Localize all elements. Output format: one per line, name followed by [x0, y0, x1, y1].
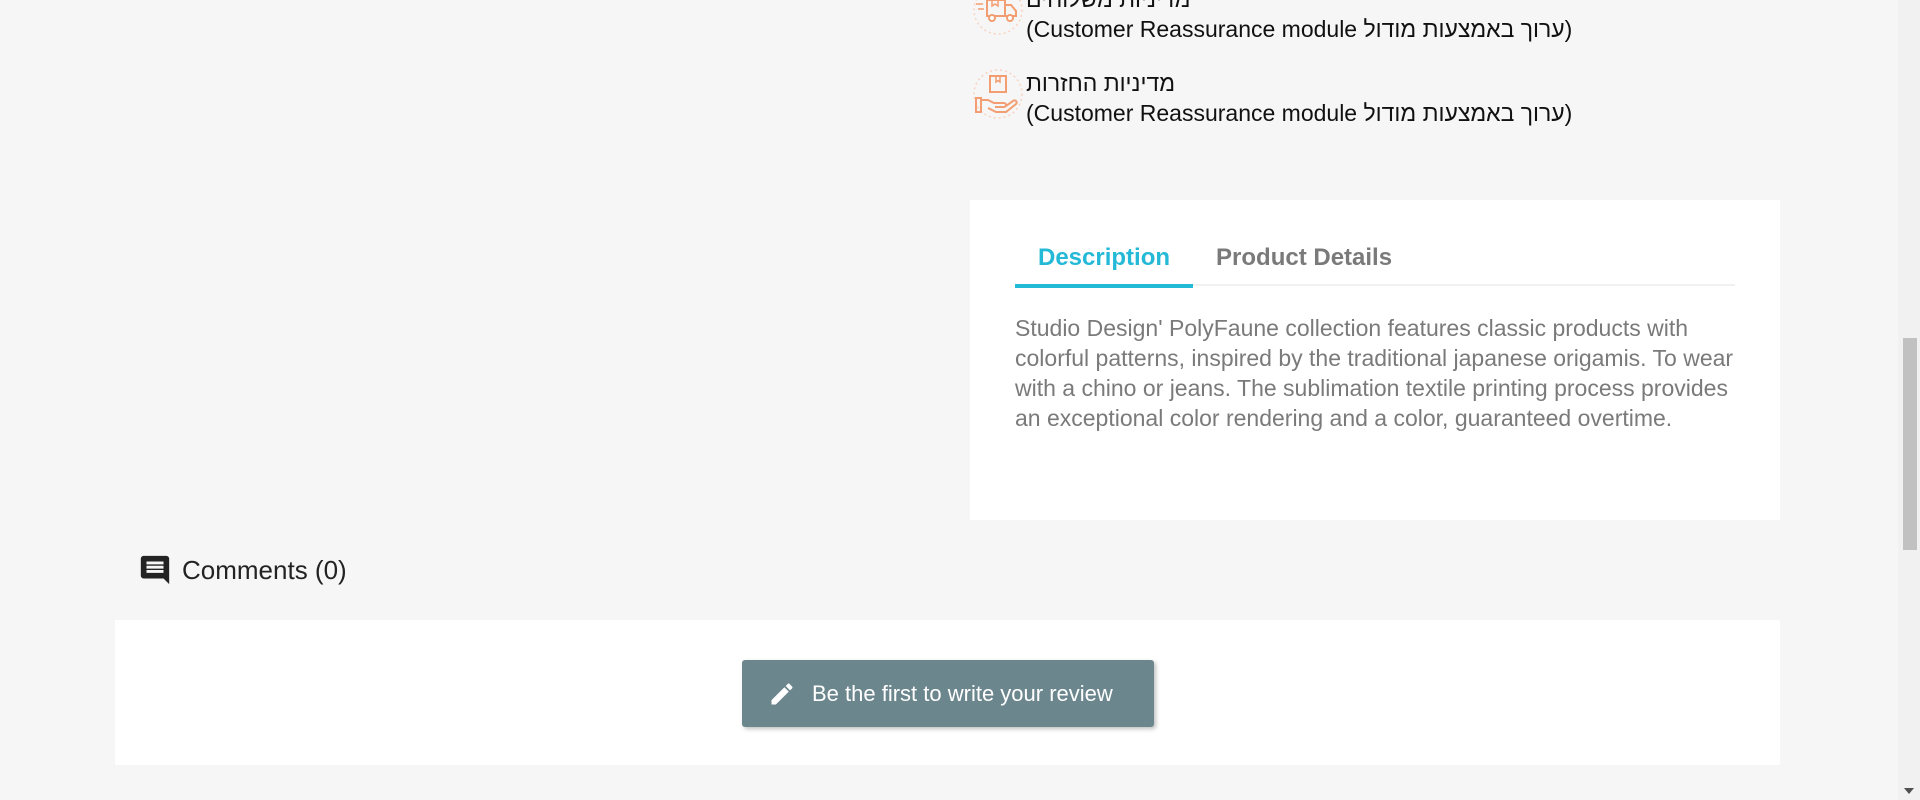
review-card: Be the first to write your review	[115, 620, 1780, 765]
reassurance-title: מדיניות החזרות	[1026, 70, 1176, 96]
reassurance-text: מדיניות משלוחים (ערוך באמצעות מודול Cust…	[1026, 0, 1572, 44]
reassurance-item-shipping: מדיניות משלוחים (ערוך באמצעות מודול Cust…	[970, 0, 1572, 44]
product-description-text: Studio Design' PolyFaune collection feat…	[1015, 315, 1734, 431]
tabs-nav: Description Product Details	[1015, 234, 1735, 288]
reassurance-text: מדיניות החזרות (ערוך באמצעות מודול Custo…	[1026, 66, 1572, 128]
tab-description[interactable]: Description	[1015, 234, 1194, 288]
reassurance-item-returns: מדיניות החזרות (ערוך באמצעות מודול Custo…	[970, 66, 1572, 128]
write-review-label: Be the first to write your review	[812, 680, 1113, 706]
scroll-down-arrow-icon[interactable]	[1904, 788, 1914, 794]
reassurance-title: מדיניות משלוחים	[1026, 0, 1572, 14]
write-review-button[interactable]: Be the first to write your review	[742, 660, 1154, 727]
comments-title: Comments (0)	[182, 554, 347, 585]
page-scrollbar[interactable]	[1898, 0, 1920, 800]
comments-header: Comments (0)	[138, 553, 347, 587]
product-tabs-card: Description Product Details Studio Desig…	[970, 200, 1780, 520]
reassurance-description: (ערוך באמצעות מודול Customer Reassurance…	[1026, 16, 1573, 42]
scrollbar-thumb[interactable]	[1903, 338, 1917, 550]
comment-icon	[138, 553, 172, 587]
return-package-icon	[970, 66, 1026, 122]
reassurance-description: (ערוך באמצעות מודול Customer Reassurance…	[1026, 100, 1573, 126]
pencil-icon	[768, 680, 796, 708]
delivery-truck-icon	[970, 0, 1026, 38]
tab-product-details[interactable]: Product Details	[1193, 234, 1415, 286]
